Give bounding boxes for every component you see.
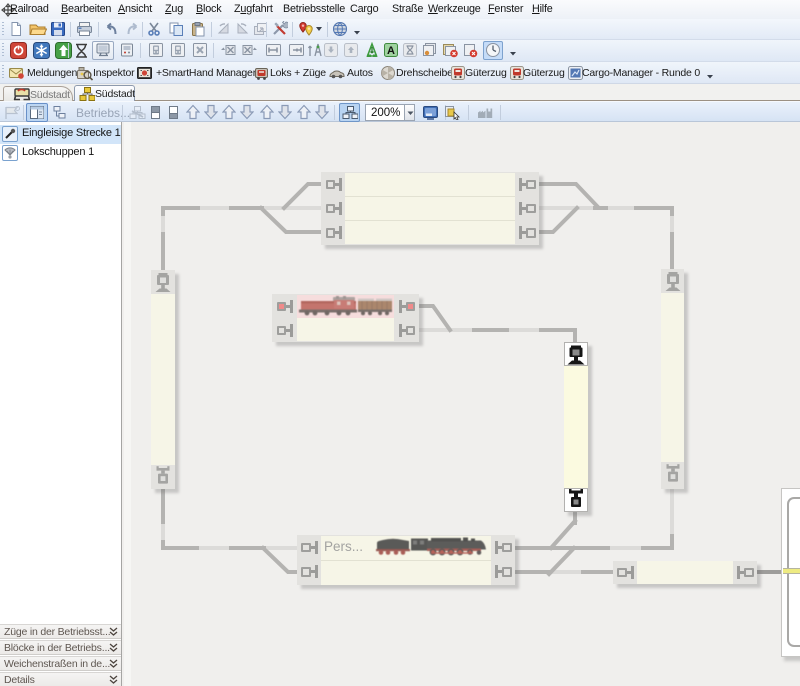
svg-text:A: A <box>387 45 395 57</box>
